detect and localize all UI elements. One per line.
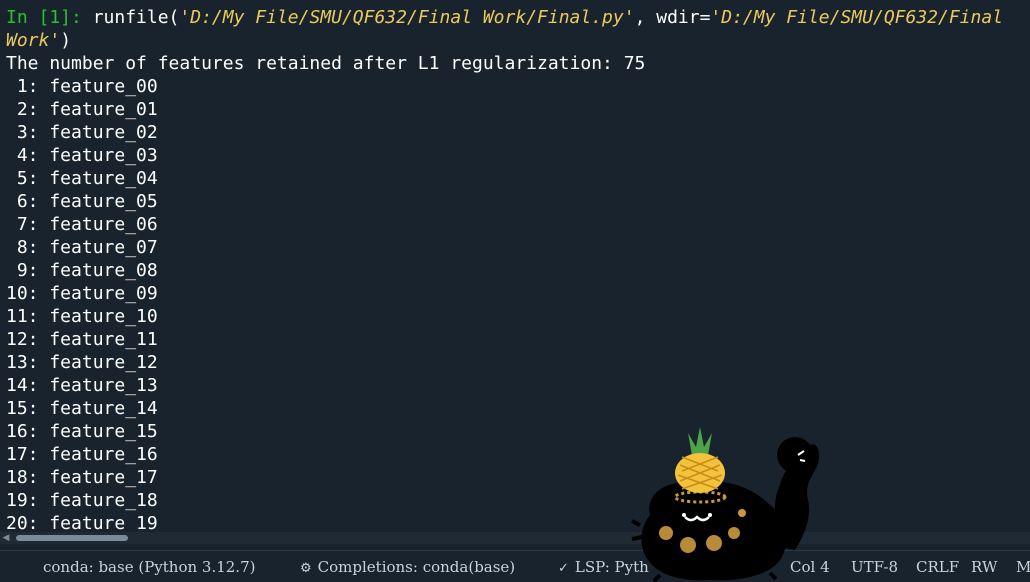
status-completions[interactable]: ⚙ Completions: conda(base): [300, 551, 515, 582]
output-summary: The number of features retained after L1…: [6, 53, 646, 74]
completions-icon: ⚙: [300, 561, 312, 576]
feature-line: 2: feature_01: [6, 99, 158, 120]
feature-line: 17: feature_16: [6, 444, 158, 465]
feature-line: 8: feature_07: [6, 237, 158, 258]
scrollbar-thumb[interactable]: [16, 535, 128, 541]
feature-line: 20: feature_19: [6, 513, 158, 530]
status-conda-env[interactable]: conda: base (Python 3.12.7): [43, 551, 255, 582]
status-encoding: UTF-8: [851, 558, 898, 576]
feature-line: 4: feature_03: [6, 145, 158, 166]
feature-line: 13: feature_12: [6, 352, 158, 373]
command-function: runfile(: [92, 7, 180, 28]
feature-line: 12: feature_11: [6, 329, 158, 350]
status-memory: Me: [1016, 558, 1030, 576]
feature-line: 9: feature_08: [6, 260, 158, 281]
cat-pineapple-sticker: [631, 427, 820, 582]
feature-line: 18: feature_17: [6, 467, 158, 488]
feature-line: 3: feature_02: [6, 122, 158, 143]
command-separator: , wdir=: [634, 7, 711, 28]
command-path: 'D:/My File/SMU/QF632/Final Work/Final.p…: [179, 7, 635, 28]
feature-line: 15: feature_14: [6, 398, 158, 419]
horizontal-scrollbar[interactable]: ◀: [0, 532, 1030, 544]
status-completions-label: Completions: conda(base): [317, 558, 516, 576]
input-line-1: In [1]: runfile('D:/My File/SMU/QF632/Fi…: [6, 6, 1003, 29]
input-prompt: In [1]:: [6, 7, 82, 28]
feature-line: 1: feature_00: [6, 76, 158, 97]
check-icon: ✓: [558, 561, 569, 576]
feature-line: 16: feature_15: [6, 421, 158, 442]
input-line-2: Work'): [6, 29, 71, 52]
status-permissions: RW: [971, 558, 998, 576]
command-wdir: 'D:/My File/SMU/QF632/Final: [710, 7, 1004, 28]
ipython-console[interactable]: In [1]: runfile('D:/My File/SMU/QF632/Fi…: [0, 0, 1030, 530]
command-wdir-continued: Work': [6, 30, 61, 51]
feature-line: 6: feature_05: [6, 191, 158, 212]
feature-line: 19: feature_18: [6, 490, 158, 511]
status-bar: conda: base (Python 3.12.7) ⚙ Completions…: [0, 550, 1030, 582]
feature-line: 14: feature_13: [6, 375, 158, 396]
feature-line: 5: feature_04: [6, 168, 158, 189]
feature-line: 11: feature_10: [6, 306, 158, 327]
feature-line: 7: feature_06: [6, 214, 158, 235]
status-eol: CRLF: [916, 558, 960, 576]
feature-line: 10: feature_09: [6, 283, 158, 304]
command-close: ): [60, 30, 72, 51]
scroll-left-arrow-icon[interactable]: ◀: [0, 532, 12, 544]
